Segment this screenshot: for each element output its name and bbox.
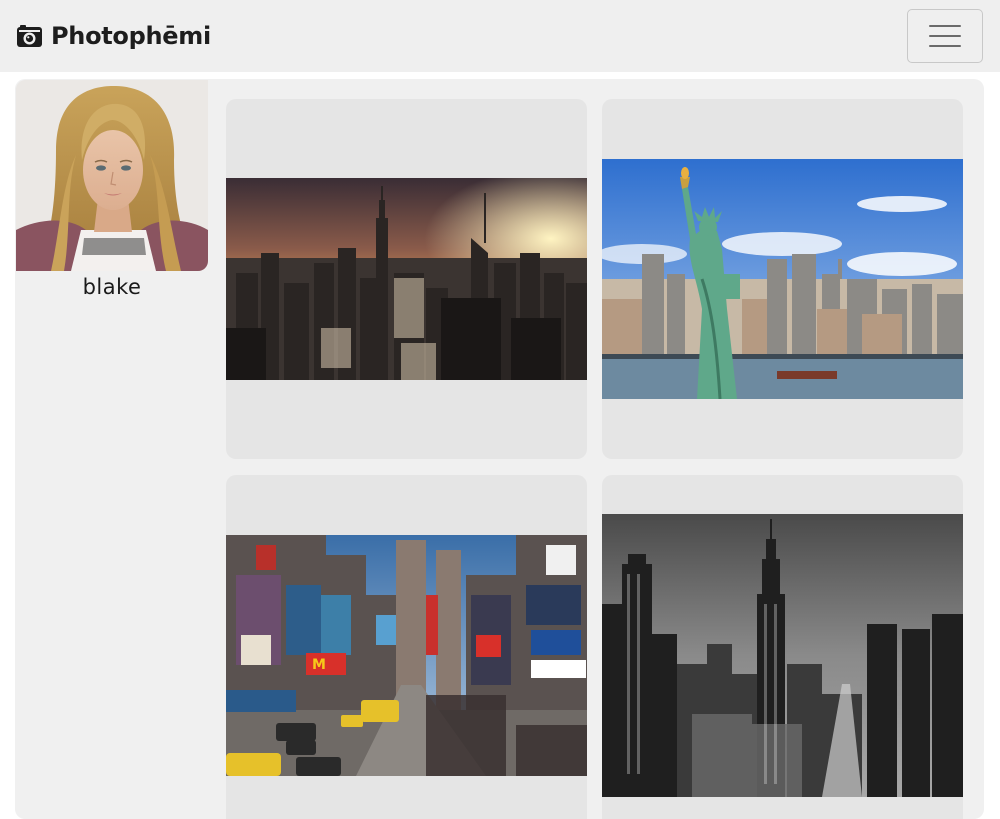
hamburger-menu-icon <box>929 25 961 27</box>
profile-panel: blake <box>16 80 208 299</box>
hamburger-bar <box>929 35 961 37</box>
photo-card[interactable]: M <box>226 475 587 819</box>
hamburger-bar <box>929 45 961 47</box>
hamburger-menu-button[interactable] <box>907 9 983 63</box>
brand-name: Photophēmi <box>51 22 211 50</box>
profile-username[interactable]: blake <box>16 275 208 299</box>
camera-icon <box>16 24 43 49</box>
svg-text:M: M <box>312 657 326 673</box>
brand-link[interactable]: Photophēmi <box>16 22 211 50</box>
photo-nyc-sunset <box>226 178 587 380</box>
navbar: Photophēmi <box>0 0 1000 72</box>
photo-empire-state <box>602 514 963 797</box>
main-content: blake M <box>15 79 984 819</box>
photo-statue-of-liberty <box>602 159 963 399</box>
photo-times-square: M <box>226 535 587 776</box>
photo-card[interactable] <box>602 99 963 459</box>
photo-card[interactable] <box>602 475 963 819</box>
profile-avatar[interactable] <box>16 80 208 271</box>
photo-card[interactable] <box>226 99 587 459</box>
